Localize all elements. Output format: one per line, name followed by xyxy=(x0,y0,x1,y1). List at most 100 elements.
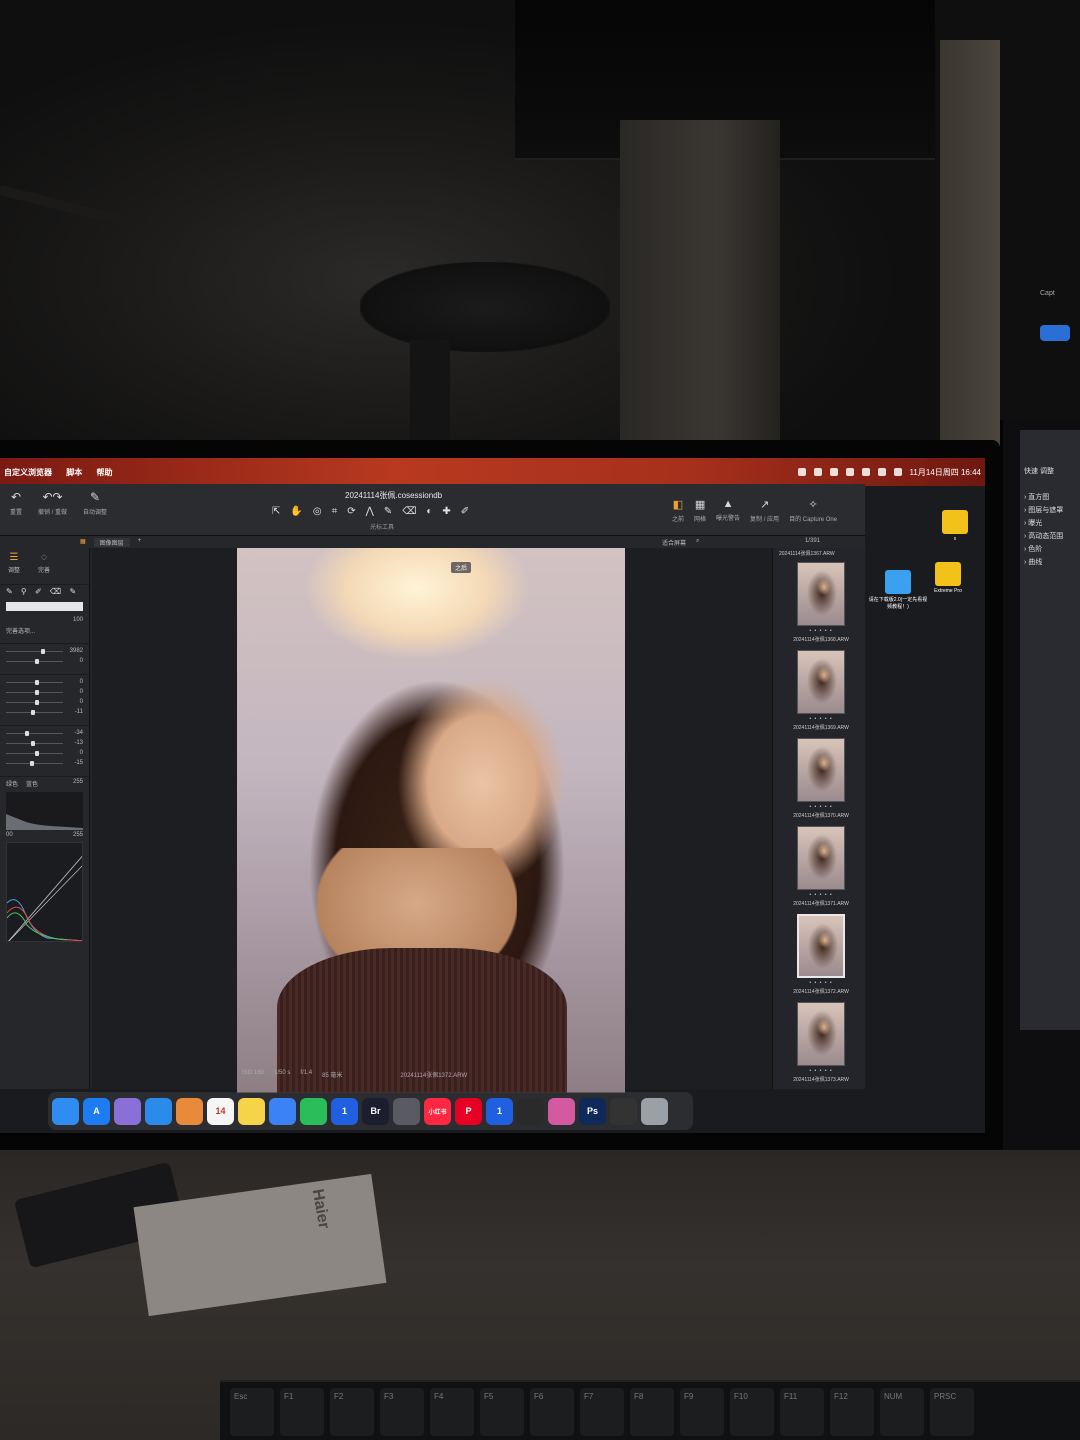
eraser-tool-icon[interactable]: ⌫ xyxy=(402,506,416,517)
dock-baidu-netdisk-icon[interactable] xyxy=(269,1097,296,1125)
side-panel-curves[interactable]: › 曲线 xyxy=(1024,557,1042,567)
slider-track[interactable] xyxy=(6,658,63,664)
adjust-slider[interactable]: 0 xyxy=(6,656,83,666)
slider-track[interactable] xyxy=(6,760,63,766)
layer-tool-icons[interactable]: ✎ ⚲ ✐ ⌫ ✎ xyxy=(6,587,83,596)
dock-pixelmator-icon[interactable] xyxy=(548,1097,575,1125)
slider-track[interactable] xyxy=(6,740,63,746)
adjust-slider[interactable]: 0 xyxy=(6,687,83,697)
slider-track[interactable] xyxy=(6,689,63,695)
thumbnail-rating[interactable]: • • • • • xyxy=(785,804,857,810)
menu-item-help[interactable]: 帮助 xyxy=(96,468,112,477)
auto-adjust-button[interactable]: ✎ 自动调整 xyxy=(83,490,107,516)
zoom-icon[interactable]: ⌕ xyxy=(696,538,699,547)
levels-histogram[interactable] xyxy=(6,792,83,830)
chat-icon[interactable] xyxy=(813,468,822,476)
keyboard-key[interactable]: F10 xyxy=(730,1388,774,1436)
keyboard-key[interactable]: F3 xyxy=(380,1388,424,1436)
select-tool-icon[interactable]: ⇱ xyxy=(272,506,280,517)
thumbnail[interactable]: • • • • • 20241114张佩1373.ARW xyxy=(785,1002,857,1083)
curves-graph[interactable] xyxy=(6,842,83,942)
slider-knob[interactable] xyxy=(41,648,46,654)
capture-one-button[interactable]: ✧ 目的 Capture One xyxy=(789,498,837,523)
side-panel-hdr[interactable]: › 高动态范围 xyxy=(1024,531,1063,541)
slider-knob[interactable] xyxy=(34,658,39,664)
dock-wechat-icon[interactable] xyxy=(300,1097,327,1125)
levels-channel-green[interactable]: 绿色 xyxy=(6,779,18,788)
keyboard-key[interactable]: F6 xyxy=(530,1388,574,1436)
slider-knob[interactable] xyxy=(34,689,39,695)
slider-track[interactable] xyxy=(6,709,63,715)
dock-finder-icon[interactable] xyxy=(52,1097,79,1125)
side-panel-layers[interactable]: › 图层与遮罩 xyxy=(1024,505,1063,515)
adjust-slider[interactable]: 3982 xyxy=(6,646,83,656)
control-icon[interactable] xyxy=(797,468,806,476)
keyboard-key[interactable]: F12 xyxy=(830,1388,874,1436)
desktop-icon-drive[interactable]: x xyxy=(925,510,985,542)
layout-grid-icon[interactable]: ▦ xyxy=(80,538,86,547)
dock-app-store-icon[interactable]: A xyxy=(83,1097,110,1125)
keyboard-key[interactable]: F8 xyxy=(630,1388,674,1436)
dock-xiaohongshu-icon[interactable]: 小红书 xyxy=(424,1097,451,1125)
thumbnail-rating[interactable]: • • • • • xyxy=(785,1068,857,1074)
wifi-icon[interactable] xyxy=(861,468,870,476)
side-tab-quick[interactable]: 快速 调整 xyxy=(1024,466,1054,476)
control-center-icon[interactable] xyxy=(893,468,902,476)
dock-capture-one-icon[interactable] xyxy=(610,1097,637,1125)
loupe-tool-icon[interactable]: ◎ xyxy=(313,506,322,517)
pan-tool-icon[interactable]: ✋ xyxy=(290,506,302,517)
heal-tool-icon[interactable]: ✚ xyxy=(442,506,450,517)
adjust-slider[interactable]: 0 xyxy=(6,677,83,687)
adjust-slider[interactable]: -11 xyxy=(6,707,83,717)
exposure-warning-button[interactable]: ▲ 曝光警告 xyxy=(716,498,740,523)
slider-knob[interactable] xyxy=(34,699,39,705)
side-panel-histogram[interactable]: › 直方图 xyxy=(1024,492,1049,502)
slider-knob[interactable] xyxy=(29,760,34,766)
copy-apply-button[interactable]: ↗ 复制 / 应用 xyxy=(750,498,779,523)
home-icon[interactable] xyxy=(845,468,854,476)
thumbnail[interactable]: • • • • • 20241114张佩1369.ARW xyxy=(785,650,857,731)
thumbnail-rating[interactable]: • • • • • xyxy=(785,892,857,898)
dock-launchpad-icon[interactable] xyxy=(114,1097,141,1125)
opacity-bar[interactable] xyxy=(6,602,83,611)
keyboard-key[interactable]: PRSC xyxy=(930,1388,974,1436)
slider-track[interactable] xyxy=(6,730,63,736)
side-panel-levels[interactable]: › 色阶 xyxy=(1024,544,1042,554)
thumbnail-image[interactable] xyxy=(797,738,845,802)
thumbnail-rating[interactable]: • • • • • xyxy=(785,628,857,634)
keyboard-key[interactable]: NUM xyxy=(880,1388,924,1436)
grid-button[interactable]: ▦ 网格 xyxy=(694,498,706,523)
thumbnail[interactable]: • • • • • 20241114张佩1371.ARW xyxy=(785,826,857,907)
thumbnail-image[interactable] xyxy=(797,1002,845,1066)
keyboard-key[interactable]: F9 xyxy=(680,1388,724,1436)
menubar-clock[interactable]: 11月14日周四 16:44 xyxy=(910,467,981,478)
slider-track[interactable] xyxy=(6,679,63,685)
slider-knob[interactable] xyxy=(34,750,39,756)
slider-track[interactable] xyxy=(6,750,63,756)
dock-safari-icon[interactable] xyxy=(145,1097,172,1125)
menu-item-script[interactable]: 脚本 xyxy=(66,468,82,477)
undo-redo-button[interactable]: ↶↷ 撤销 / 重做 xyxy=(38,490,67,516)
gradient-tool-icon[interactable]: ◐ xyxy=(426,506,432,517)
thumbnail-rating[interactable]: • • • • • xyxy=(785,716,857,722)
dock-pinterest-icon[interactable]: P xyxy=(455,1097,482,1125)
slider-knob[interactable] xyxy=(31,709,36,715)
slider-knob[interactable] xyxy=(34,679,39,685)
keystone-tool-icon[interactable]: ⋀ xyxy=(366,506,374,517)
dock-photoshop-icon[interactable]: Ps xyxy=(579,1097,606,1125)
thumbnail-image[interactable] xyxy=(797,826,845,890)
thumbnail-image[interactable] xyxy=(797,914,845,978)
crop-tool-icon[interactable]: ⌗ xyxy=(332,506,338,517)
adjust-slider[interactable]: -34 xyxy=(6,728,83,738)
dock-trash-icon[interactable] xyxy=(641,1097,668,1125)
keyboard-key[interactable]: F7 xyxy=(580,1388,624,1436)
adjust-slider[interactable]: -13 xyxy=(6,738,83,748)
search-icon[interactable] xyxy=(877,468,886,476)
dock-final-cut-icon[interactable] xyxy=(517,1097,544,1125)
keyboard-key[interactable]: F4 xyxy=(430,1388,474,1436)
before-button[interactable]: ◧ 之前 xyxy=(672,498,684,523)
levels-channel-blue[interactable]: 蓝色 xyxy=(26,779,38,788)
adjust-slider[interactable]: 0 xyxy=(6,697,83,707)
dock-notes-icon[interactable] xyxy=(238,1097,265,1125)
dock-calendar-icon[interactable]: 14 xyxy=(207,1097,234,1125)
